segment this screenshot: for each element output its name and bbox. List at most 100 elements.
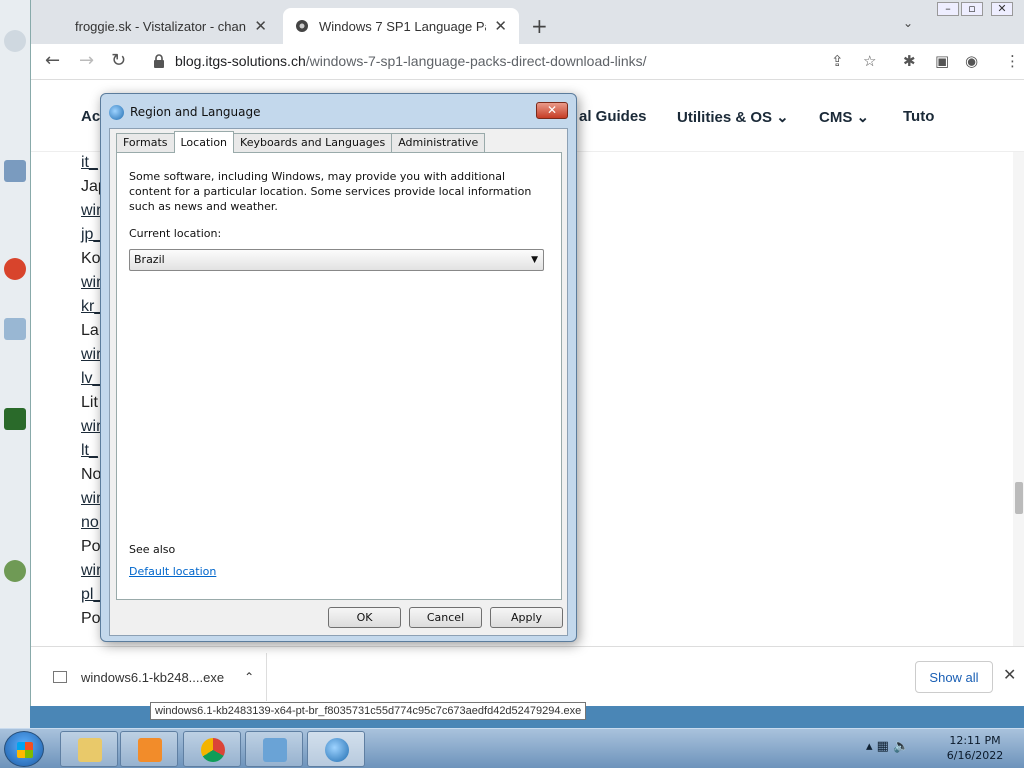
back-icon[interactable]: ← — [45, 50, 60, 71]
close-download-bar-icon[interactable]: ✕ — [1003, 665, 1016, 684]
menu-icon[interactable]: ⋮ — [1005, 52, 1020, 70]
bookmark-star-icon[interactable]: ☆ — [863, 52, 876, 70]
minimize-icon[interactable]: – — [937, 2, 959, 16]
show-all-button[interactable]: Show all — [915, 661, 993, 693]
folder-icon — [78, 738, 102, 762]
desktop-icon[interactable] — [4, 560, 26, 582]
current-location-value: Brazil — [134, 253, 165, 266]
list-fragment[interactable]: wir — [81, 562, 101, 580]
tab-bar: froggie.sk - Vistalizator - change ✕ Win… — [31, 0, 1024, 44]
chevron-up-icon[interactable]: ⌃ — [244, 670, 254, 684]
desktop-strip — [0, 0, 30, 728]
share-icon[interactable]: ⇪ — [831, 52, 844, 70]
tab-keyboards-languages[interactable]: Keyboards and Languages — [233, 133, 393, 153]
reload-icon[interactable]: ↻ — [111, 50, 126, 71]
list-fragment[interactable]: lv_ — [81, 370, 101, 388]
url-path: /windows-7-sp1-language-packs-direct-dow… — [305, 53, 647, 69]
tray-icons[interactable]: ▴ ▦ 🔈 — [866, 739, 909, 754]
location-panel: Some software, including Windows, may pr… — [116, 152, 562, 600]
current-location-label: Current location: — [129, 227, 222, 240]
nav-link[interactable]: Tuto — [903, 108, 934, 125]
list-fragment: Ko — [81, 250, 101, 267]
site-favicon-icon — [295, 19, 309, 33]
nav-link[interactable]: Utilities & OS ⌄ — [677, 108, 789, 126]
list-fragment: No — [81, 466, 102, 483]
list-fragment[interactable]: wir — [81, 418, 101, 436]
download-item[interactable]: windows6.1-kb248....exe ⌃ — [39, 653, 267, 701]
side-panel-icon[interactable]: ▣ — [935, 52, 949, 70]
desktop-icon[interactable] — [4, 408, 26, 430]
tab-language-packs[interactable]: Windows 7 SP1 Language Packs ✕ — [283, 8, 519, 44]
dialog-body: Formats Location Keyboards and Languages… — [109, 128, 568, 636]
chrome-icon — [201, 738, 225, 762]
list-fragment: Po — [81, 610, 101, 627]
window-close-icon[interactable]: ✕ — [991, 2, 1013, 16]
see-also-label: See also — [129, 543, 176, 556]
nav-link[interactable]: Ac — [81, 108, 100, 125]
nav-link[interactable]: CMS ⌄ — [819, 108, 869, 126]
globe-icon — [325, 738, 349, 762]
tab-location[interactable]: Location — [173, 131, 235, 153]
tab-vistalizator[interactable]: froggie.sk - Vistalizator - change ✕ — [63, 8, 279, 44]
tab-administrative[interactable]: Administrative — [391, 133, 486, 153]
close-tab-icon[interactable]: ✕ — [494, 17, 507, 35]
forward-icon[interactable]: → — [79, 50, 94, 71]
clock-time: 12:11 PM — [949, 734, 1001, 747]
extensions-icon[interactable]: ✱ — [903, 52, 916, 70]
dialog-tabs: Formats Location Keyboards and Languages… — [116, 131, 486, 153]
dialog-titlebar[interactable]: Region and Language — [109, 102, 261, 122]
media-player-icon — [138, 738, 162, 762]
ok-button[interactable]: OK — [328, 607, 401, 628]
new-tab-icon[interactable]: + — [531, 14, 548, 38]
taskbar-region-button[interactable] — [307, 731, 365, 767]
chevron-down-icon: ▼ — [531, 255, 538, 265]
tab-search-icon[interactable]: ⌄ — [903, 16, 913, 30]
desktop-icon[interactable] — [4, 30, 26, 52]
url-domain: blog.itgs-solutions.ch — [175, 53, 306, 69]
taskbar-media-button[interactable] — [120, 731, 178, 767]
globe-icon — [109, 104, 124, 120]
tab-title: Windows 7 SP1 Language Packs — [319, 18, 486, 34]
list-fragment[interactable]: wir — [81, 490, 101, 508]
page-scrollbar[interactable] — [1013, 152, 1024, 646]
dialog-title: Region and Language — [130, 105, 261, 119]
list-fragment[interactable]: it_ — [81, 154, 98, 172]
close-tab-icon[interactable]: ✕ — [254, 17, 267, 35]
taskbar-explorer-button[interactable] — [60, 731, 118, 767]
lock-icon[interactable] — [153, 53, 165, 68]
address-bar[interactable]: blog.itgs-solutions.ch/windows-7-sp1-lan… — [175, 53, 647, 69]
list-fragment[interactable]: no — [81, 514, 99, 532]
download-bar: windows6.1-kb248....exe ⌃ Show all ✕ — [31, 646, 1024, 706]
desktop-icon[interactable] — [4, 160, 26, 182]
desktop-icon[interactable] — [4, 318, 26, 340]
current-location-select[interactable]: Brazil ▼ — [129, 249, 544, 271]
desktop-icon[interactable] — [4, 258, 26, 280]
list-fragment[interactable]: wir — [81, 346, 101, 364]
download-tooltip: windows6.1-kb2483139-x64-pt-br_f8035731c… — [150, 702, 587, 720]
control-panel-icon — [263, 738, 287, 762]
location-description: Some software, including Windows, may pr… — [129, 170, 532, 213]
list-fragment: Po — [81, 538, 101, 555]
default-location-link[interactable]: Default location — [129, 565, 216, 578]
clock-date: 6/16/2022 — [946, 749, 1004, 762]
profile-icon[interactable]: ◉ — [965, 52, 978, 70]
list-fragment[interactable]: lt_ — [81, 442, 98, 460]
list-fragment: La — [81, 322, 99, 339]
maximize-icon[interactable]: ▫ — [961, 2, 983, 16]
cancel-button[interactable]: Cancel — [409, 607, 482, 628]
taskbar-chrome-button[interactable] — [183, 731, 241, 767]
apply-button[interactable]: Apply — [490, 607, 563, 628]
tab-title: froggie.sk - Vistalizator - change — [75, 18, 247, 34]
taskbar: ▴ ▦ 🔈 12:11 PM 6/16/2022 — [0, 728, 1024, 768]
list-fragment[interactable]: wir — [81, 202, 101, 220]
dialog-close-button[interactable]: ✕ — [536, 102, 568, 119]
taskbar-control-panel-button[interactable] — [245, 731, 303, 767]
list-fragment[interactable]: wir — [81, 274, 101, 292]
scroll-thumb[interactable] — [1015, 482, 1023, 514]
region-language-dialog: Region and Language ✕ Formats Location K… — [100, 93, 577, 642]
nav-link[interactable]: al Guides — [579, 108, 647, 125]
taskbar-clock[interactable]: 12:11 PM 6/16/2022 — [940, 733, 1010, 763]
browser-toolbar: ← → ↻ blog.itgs-solutions.ch/windows-7-s… — [31, 44, 1024, 80]
start-button[interactable] — [4, 731, 44, 767]
tab-formats[interactable]: Formats — [116, 133, 175, 153]
